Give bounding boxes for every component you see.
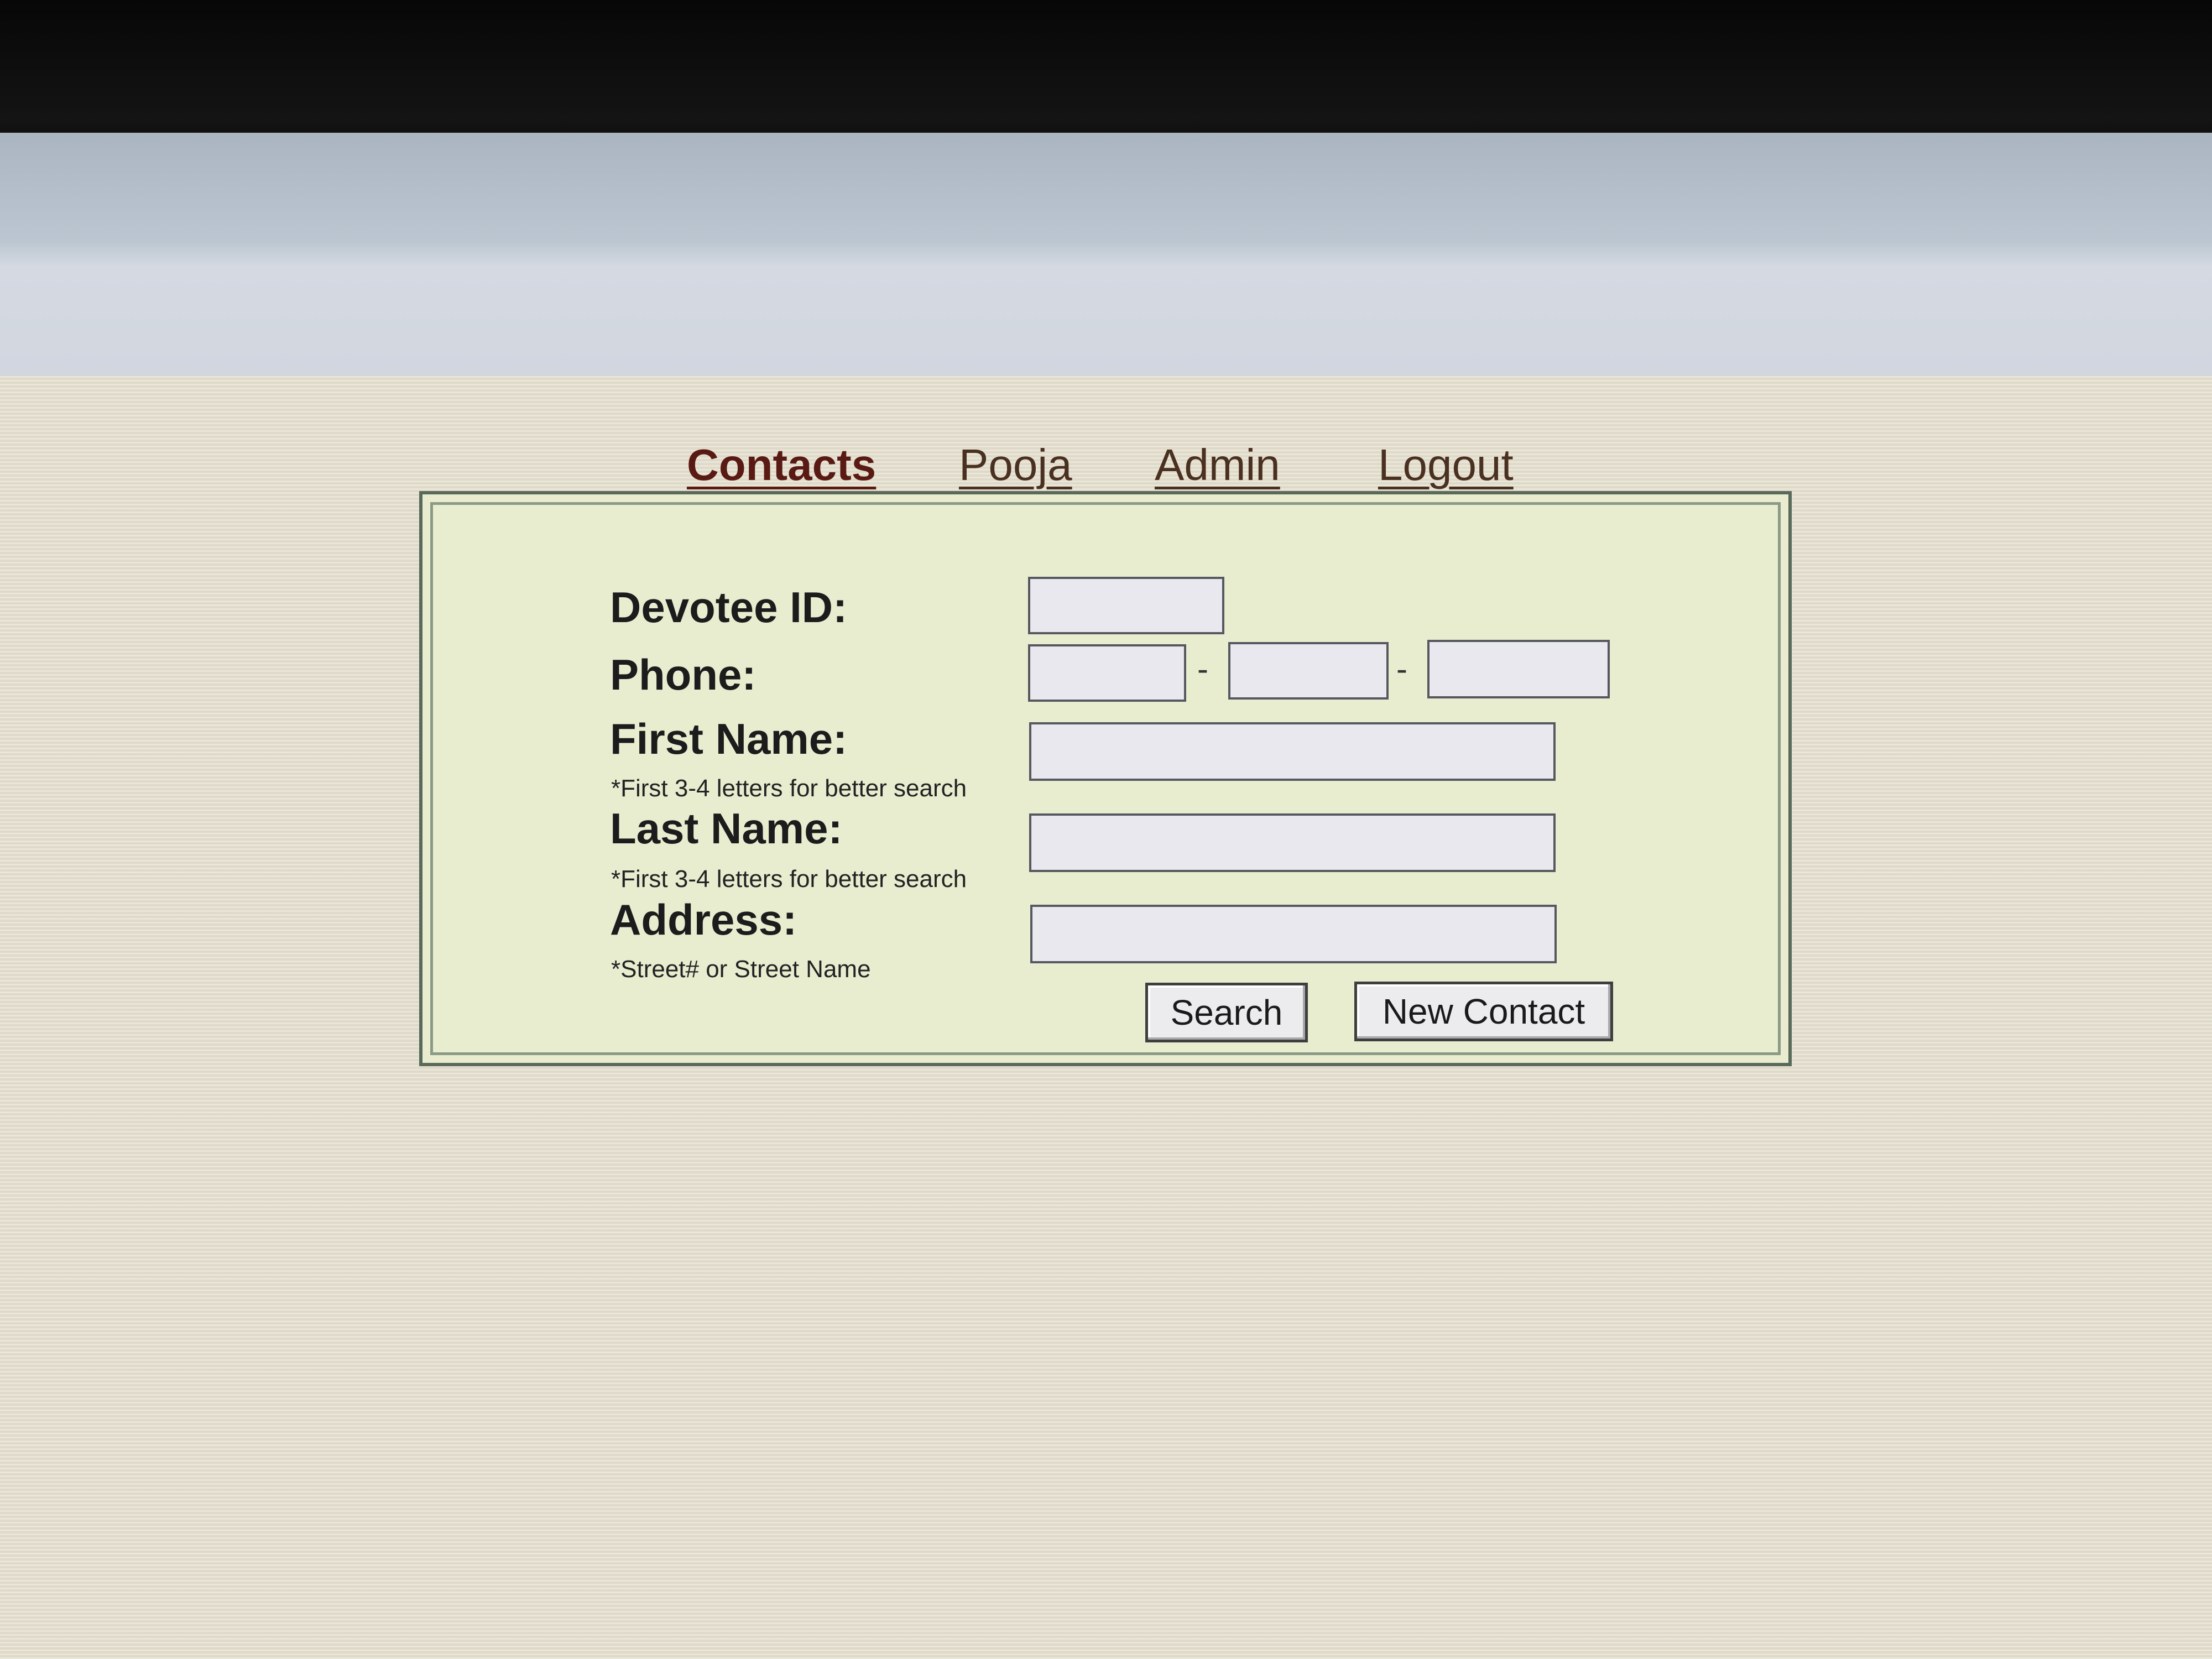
contact-search-form: Devotee ID: Phone: - - First Name: *Firs… bbox=[430, 502, 1781, 1055]
contact-search-panel: Devotee ID: Phone: - - First Name: *Firs… bbox=[419, 491, 1792, 1066]
phone-separator: - bbox=[1197, 650, 1208, 687]
devotee-id-input[interactable] bbox=[1028, 577, 1224, 634]
phone-area-code-input[interactable] bbox=[1028, 644, 1186, 702]
first-name-label: First Name: bbox=[610, 714, 848, 763]
phone-label: Phone: bbox=[610, 650, 757, 699]
new-contact-button[interactable]: New Contact bbox=[1354, 982, 1613, 1041]
address-hint: *Street# or Street Name bbox=[611, 956, 871, 983]
nav-link-pooja[interactable]: Pooja bbox=[959, 440, 1072, 491]
nav-link-logout[interactable]: Logout bbox=[1378, 440, 1514, 491]
devotee-id-label: Devotee ID: bbox=[610, 583, 848, 632]
nav-link-contacts[interactable]: Contacts bbox=[687, 440, 876, 491]
last-name-hint: *First 3-4 letters for better search bbox=[611, 865, 967, 893]
search-button[interactable]: Search bbox=[1145, 983, 1308, 1042]
phone-prefix-input[interactable] bbox=[1228, 642, 1389, 700]
address-label: Address: bbox=[610, 895, 797, 944]
browser-chrome bbox=[0, 133, 2212, 390]
nav-link-admin[interactable]: Admin bbox=[1155, 440, 1280, 491]
phone-line-input[interactable] bbox=[1427, 640, 1610, 698]
address-input[interactable] bbox=[1030, 905, 1557, 963]
monitor-bezel bbox=[0, 0, 2212, 149]
first-name-input[interactable] bbox=[1029, 722, 1556, 781]
last-name-label: Last Name: bbox=[610, 804, 843, 853]
last-name-input[interactable] bbox=[1029, 813, 1556, 872]
phone-separator: - bbox=[1396, 650, 1407, 687]
first-name-hint: *First 3-4 letters for better search bbox=[611, 775, 967, 802]
